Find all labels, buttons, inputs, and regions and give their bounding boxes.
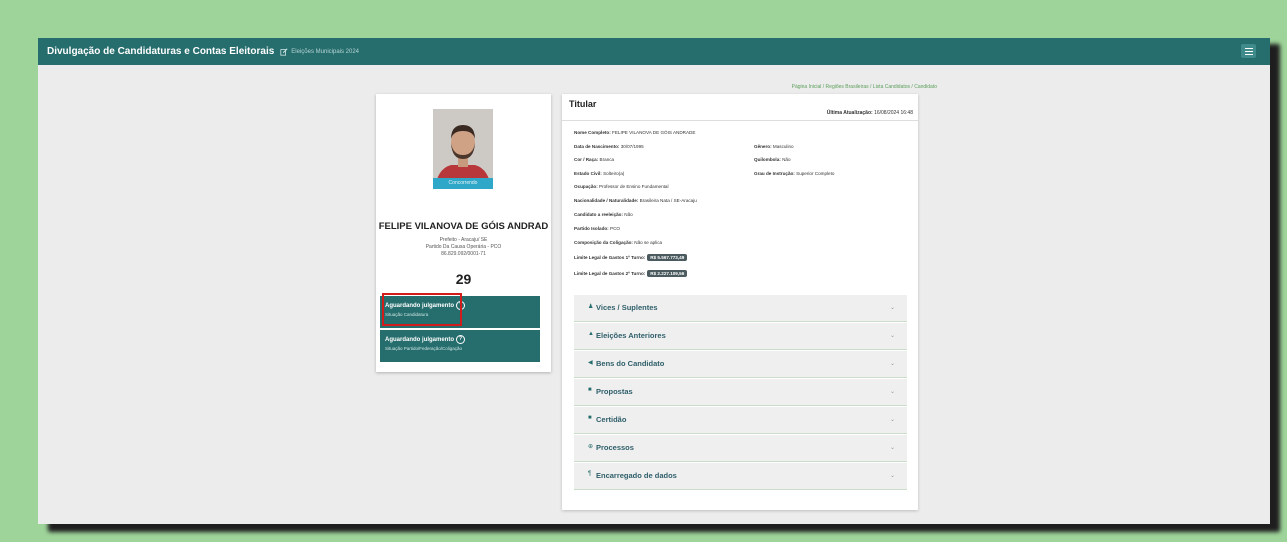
id-icon: ¶	[588, 471, 592, 477]
accordion-eleicoes[interactable]: ▲ Eleições Anteriores ⌄	[574, 323, 907, 350]
field-limite-1: Limite Legal de Gastos 1º Turno: R$ 5.567…	[574, 254, 688, 261]
portrait-image	[433, 109, 493, 189]
chevron-down-icon: ⌄	[889, 417, 895, 423]
chevron-down-icon: ⌄	[889, 305, 895, 311]
file-icon: ■	[588, 387, 592, 393]
field-coligacao: Composição da Coligação: Não se aplica	[574, 240, 663, 245]
divider	[562, 120, 918, 121]
accordion-vices[interactable]: ♟ Vices / Suplentes ⌄	[574, 295, 907, 322]
field-estado-civil: Estado Civil: Solteiro(a)	[574, 171, 625, 176]
last-update: Última Atualização: 16/08/2024 16:48	[827, 110, 913, 116]
election-label: Eleições Municipais 2024	[291, 48, 360, 55]
top-navbar: Divulgação de Candidaturas e Contas Elei…	[38, 38, 1270, 65]
chevron-down-icon: ⌄	[889, 445, 895, 451]
field-nome: Nome Completo: FELIPE VILANOVA DE GÓIS A…	[574, 130, 696, 135]
field-ocupacao: Ocupação: Professor de Ensino Fundamenta…	[574, 184, 669, 189]
field-limite-2: Limite Legal de Gastos 2º Turno: R$ 2.227…	[574, 270, 688, 277]
accordion-encarregado[interactable]: ¶ Encarregado de dados ⌄	[574, 463, 907, 490]
gavel-icon: ⊕	[588, 444, 594, 450]
field-nacionalidade: Nacionalidade / Naturalidade: Brasileira…	[574, 198, 697, 203]
edit-icon	[280, 47, 288, 56]
field-genero: Gênero: Masculino	[754, 144, 794, 149]
browser-frame: Divulgação de Candidaturas e Contas Elei…	[38, 38, 1270, 524]
candidate-office: Prefeito - Aracaju/ SE	[439, 237, 488, 243]
accordion-bens[interactable]: ◀ Bens do Candidato ⌄	[574, 351, 907, 378]
file-icon: ■	[588, 415, 592, 421]
candidate-name: FELIPE VILANOVA DE GÓIS ANDRAD	[378, 221, 549, 232]
last-update-value: 16/08/2024 16:48	[874, 110, 913, 116]
field-nascimento: Data de Nascimento: 30/07/1995	[574, 144, 644, 149]
chevron-down-icon: ⌄	[889, 389, 895, 395]
tag-icon: ◀	[588, 360, 593, 366]
accordion-certidao[interactable]: ■ Certidão ⌄	[574, 407, 907, 434]
election-selector[interactable]: Eleições Municipais 2024	[280, 47, 360, 56]
chevron-down-icon: ⌄	[889, 473, 895, 479]
candidate-info: Prefeito - Aracaju/ SE Partido Da Causa …	[376, 237, 551, 258]
field-quilombola: Quilombola: Não	[754, 157, 791, 162]
party-status-sub: Situação Partido/Federação/Coligação	[385, 346, 463, 351]
menu-icon[interactable]	[1241, 44, 1256, 58]
person-icon: ♟	[588, 304, 594, 310]
candidate-photo: Concorrendo	[433, 109, 493, 189]
field-partido: Partido Isolado: PCO	[574, 226, 620, 231]
details-card: Titular Última Atualização: 16/08/2024 1…	[562, 94, 918, 510]
help-icon[interactable]: ?	[456, 335, 465, 344]
candidate-party: Partido Da Causa Operária - PCO	[425, 244, 502, 250]
field-cor: Cor / Raça: Branca	[574, 157, 615, 162]
last-update-label: Última Atualização:	[826, 110, 873, 116]
field-reeleicao: Candidato a reeleição: Não	[574, 212, 633, 217]
limite-1-value: R$ 5.567.773,49	[647, 254, 688, 261]
breadcrumb[interactable]: Página Inicial / Regiões Brasileiras / L…	[792, 84, 937, 90]
candidate-number: 29	[455, 271, 472, 287]
candidacy-status-tag: Concorrendo	[433, 178, 493, 189]
field-grau: Grau de Instrução: Superior Completo	[754, 171, 835, 176]
highlight-box	[382, 293, 462, 326]
chevron-down-icon: ⌄	[889, 333, 895, 339]
accordion-propostas[interactable]: ■ Propostas ⌄	[574, 379, 907, 406]
limite-2-value: R$ 2.227.109,56	[647, 270, 688, 277]
app-title[interactable]: Divulgação de Candidaturas e Contas Elei…	[47, 46, 274, 57]
section-title: Titular	[569, 99, 597, 109]
chevron-down-icon: ⌄	[889, 361, 895, 367]
chart-icon: ▲	[588, 331, 594, 337]
accordion-processos[interactable]: ⊕ Processos ⌄	[574, 435, 907, 462]
party-status-box[interactable]: Aguardando julgamento? Situação Partido/…	[380, 330, 540, 362]
party-status-text: Aguardando julgamento	[385, 336, 454, 343]
candidate-card: Concorrendo FELIPE VILANOVA DE GÓIS ANDR…	[376, 94, 551, 372]
candidate-cnpj: 86.829.092/0001-71	[441, 251, 486, 257]
